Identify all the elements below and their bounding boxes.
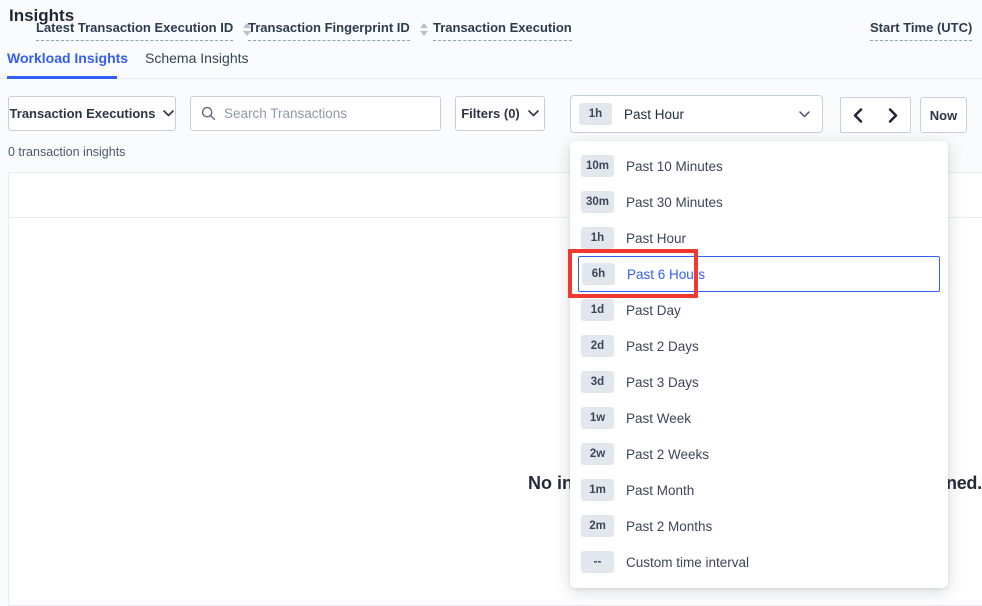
option-badge: 1m (581, 479, 614, 501)
column-header-txn-execution[interactable]: Transaction Execution (433, 20, 572, 41)
option-label: Past 3 Days (626, 375, 699, 390)
time-interval-badge: 1h (579, 103, 612, 125)
time-prev-button[interactable] (840, 97, 876, 133)
column-header-start-time-utc[interactable]: Start Time (UTC) (870, 20, 972, 41)
time-interval-picker[interactable]: 1h Past Hour (570, 95, 823, 133)
tab-schema-insights[interactable]: Schema Insights (145, 50, 249, 66)
now-label: Now (930, 108, 957, 123)
option-label: Custom time interval (626, 555, 749, 570)
time-option-30m[interactable]: 30m Past 30 Minutes (570, 184, 948, 220)
tab-workload-insights[interactable]: Workload Insights (7, 50, 128, 66)
time-option-6h[interactable]: 6h Past 6 Hours (578, 256, 940, 292)
time-option-3d[interactable]: 3d Past 3 Days (570, 364, 948, 400)
empty-state-text-left: No in (528, 473, 573, 494)
time-next-button[interactable] (875, 97, 911, 133)
column-label: Transaction Execution (433, 20, 572, 41)
column-label: Transaction Fingerprint ID (248, 20, 410, 41)
tab-bar: Workload Insights Schema Insights (0, 44, 982, 79)
time-option-2w[interactable]: 2w Past 2 Weeks (570, 436, 948, 472)
chevron-down-icon (528, 110, 539, 117)
column-label: Start Time (UTC) (870, 20, 972, 41)
time-option-2m[interactable]: 2m Past 2 Months (570, 508, 948, 544)
chevron-right-icon (888, 108, 898, 123)
option-label: Past Hour (626, 231, 686, 246)
option-label: Past Month (626, 483, 694, 498)
option-badge: 6h (582, 263, 615, 285)
option-label: Past 2 Months (626, 519, 712, 534)
option-label: Past 6 Hours (627, 267, 705, 282)
option-label: Past Week (626, 411, 691, 426)
filters-dropdown[interactable]: Filters (0) (455, 96, 545, 131)
option-badge: 10m (581, 155, 614, 177)
column-header-txn-fingerprint-id[interactable]: Transaction Fingerprint ID (248, 20, 428, 41)
time-interval-dropdown-menu: 10m Past 10 Minutes 30m Past 30 Minutes … (570, 141, 948, 588)
chevron-down-icon (163, 110, 174, 117)
option-badge: -- (581, 551, 614, 573)
time-option-1d[interactable]: 1d Past Day (570, 292, 948, 328)
option-badge: 3d (581, 371, 614, 393)
search-box[interactable] (190, 96, 441, 131)
time-option-10m[interactable]: 10m Past 10 Minutes (570, 148, 948, 184)
option-badge: 1w (581, 407, 614, 429)
time-interval-label: Past Hour (624, 107, 787, 122)
sort-icon[interactable] (420, 23, 428, 36)
chevron-down-icon (799, 111, 810, 118)
time-option-1m[interactable]: 1m Past Month (570, 472, 948, 508)
option-label: Past 2 Days (626, 339, 699, 354)
option-badge: 2d (581, 335, 614, 357)
option-badge: 2m (581, 515, 614, 537)
time-option-2d[interactable]: 2d Past 2 Days (570, 328, 948, 364)
option-badge: 30m (581, 191, 614, 213)
workload-type-dropdown[interactable]: Transaction Executions (8, 96, 176, 131)
option-label: Past Day (626, 303, 681, 318)
option-badge: 1h (581, 227, 614, 249)
time-option-1h[interactable]: 1h Past Hour (570, 220, 948, 256)
search-icon (201, 106, 216, 121)
time-option-1w[interactable]: 1w Past Week (570, 400, 948, 436)
option-badge: 2w (581, 443, 614, 465)
option-label: Past 30 Minutes (626, 195, 723, 210)
option-badge: 1d (581, 299, 614, 321)
column-label: Latest Transaction Execution ID (36, 20, 233, 41)
search-input[interactable] (224, 106, 430, 121)
filters-label: Filters (0) (461, 106, 520, 121)
results-count: 0 transaction insights (8, 145, 125, 159)
time-now-button[interactable]: Now (920, 97, 967, 133)
option-label: Past 10 Minutes (626, 159, 723, 174)
chevron-left-icon (853, 108, 863, 123)
option-label: Past 2 Weeks (626, 447, 709, 462)
column-header-latest-txn-exec-id[interactable]: Latest Transaction Execution ID (36, 20, 251, 41)
workload-type-label: Transaction Executions (10, 106, 156, 121)
time-option-custom[interactable]: -- Custom time interval (570, 544, 948, 580)
empty-state-text-right: ned. (946, 473, 982, 494)
active-tab-underline (7, 76, 117, 79)
